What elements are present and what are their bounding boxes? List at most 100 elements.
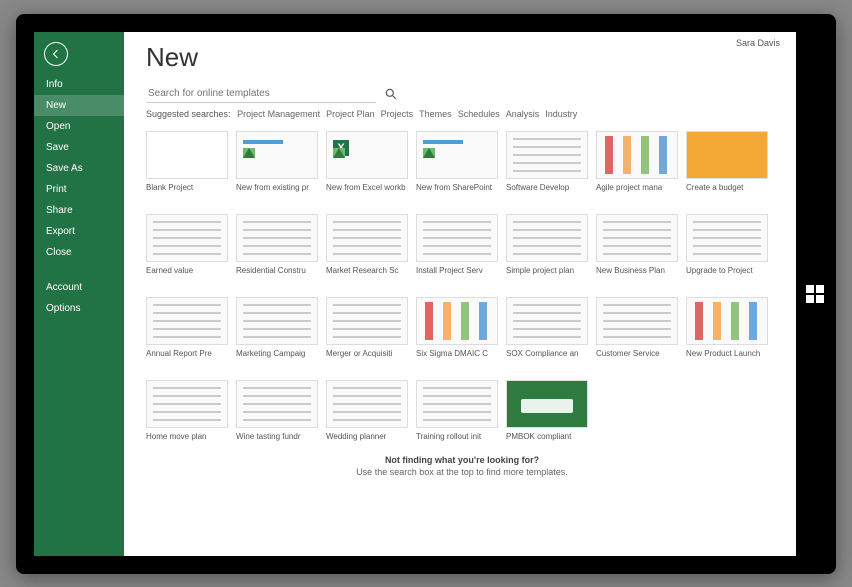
suggested-link[interactable]: Project Management [237,109,320,119]
template-tile[interactable]: Install Project Serv [416,214,498,275]
template-label: Marketing Campaig [236,349,318,358]
template-tile[interactable]: New Business Plan [596,214,678,275]
sidebar-item-save[interactable]: Save [34,137,124,158]
template-grid: Blank ProjectNew from existing prNew fro… [146,131,778,441]
footer-question: Not finding what you're looking for? [146,455,778,465]
template-tile[interactable]: Wedding planner [326,380,408,441]
suggested-link[interactable]: Analysis [506,109,540,119]
template-label: SOX Compliance an [506,349,588,358]
template-thumbnail [686,297,768,345]
template-tile[interactable]: Software Develop [506,131,588,192]
template-label: Merger or Acquisiti [326,349,408,358]
template-tile[interactable]: Earned value [146,214,228,275]
template-label: PMBOK compliant [506,432,588,441]
suggested-link[interactable]: Themes [419,109,452,119]
template-label: Create a budget [686,183,768,192]
suggested-link[interactable]: Schedules [458,109,500,119]
template-thumbnail [596,214,678,262]
template-tile[interactable]: Annual Report Pre [146,297,228,358]
template-thumbnail [506,297,588,345]
template-tile[interactable]: New from existing pr [236,131,318,192]
template-thumbnail [326,214,408,262]
template-thumbnail [146,380,228,428]
suggested-label: Suggested searches: [146,109,231,119]
suggested-link[interactable]: Industry [545,109,577,119]
template-tile[interactable]: Upgrade to Project [686,214,768,275]
template-thumbnail [416,131,498,179]
template-tile[interactable]: Create a budget [686,131,768,192]
windows-key-icon[interactable] [806,285,824,303]
template-label: Annual Report Pre [146,349,228,358]
template-thumbnail [326,380,408,428]
template-tile[interactable]: Agile project mana [596,131,678,192]
template-label: Upgrade to Project [686,266,768,275]
template-tile[interactable]: Training rollout init [416,380,498,441]
template-thumbnail [416,380,498,428]
user-name[interactable]: Sara Davis [736,38,780,48]
sidebar-item-info[interactable]: Info [34,74,124,95]
template-thumbnail [236,214,318,262]
template-label: Agile project mana [596,183,678,192]
template-label: Simple project plan [506,266,588,275]
template-label: Six Sigma DMAIC C [416,349,498,358]
template-label: Training rollout init [416,432,498,441]
template-thumbnail [506,214,588,262]
template-tile[interactable]: Simple project plan [506,214,588,275]
sidebar-item-share[interactable]: Share [34,200,124,221]
template-thumbnail [506,131,588,179]
template-thumbnail [326,131,408,179]
template-thumbnail [686,214,768,262]
template-tile[interactable]: Market Research Sc [326,214,408,275]
sidebar-item-options[interactable]: Options [34,298,124,319]
template-tile[interactable]: Residential Constru [236,214,318,275]
template-label: Residential Constru [236,266,318,275]
sidebar-item-close[interactable]: Close [34,242,124,263]
suggested-searches: Suggested searches: Project Management Pr… [146,109,778,119]
sidebar-item-open[interactable]: Open [34,116,124,137]
page-title: New [146,42,778,73]
sidebar-item-print[interactable]: Print [34,179,124,200]
app-window: InfoNewOpenSaveSave AsPrintShareExportCl… [34,32,796,556]
template-thumbnail [236,380,318,428]
sidebar-item-new[interactable]: New [34,95,124,116]
back-button[interactable] [44,42,68,66]
main-content: Sara Davis New Suggested searches: Proje… [124,32,796,556]
template-label: Home move plan [146,432,228,441]
template-thumbnail [686,131,768,179]
template-tile[interactable]: Home move plan [146,380,228,441]
template-tile[interactable]: Customer Service [596,297,678,358]
sidebar-item-export[interactable]: Export [34,221,124,242]
suggested-link[interactable]: Project Plan [326,109,375,119]
sidebar-item-save-as[interactable]: Save As [34,158,124,179]
template-search-input[interactable] [146,85,376,103]
template-label: Wedding planner [326,432,408,441]
template-tile[interactable]: Wine tasting fundr [236,380,318,441]
search-icon[interactable] [384,87,398,101]
template-label: Customer Service [596,349,678,358]
template-thumbnail [326,297,408,345]
template-tile[interactable]: New from SharePoint [416,131,498,192]
template-label: Earned value [146,266,228,275]
template-tile[interactable]: New Product Launch [686,297,768,358]
template-thumbnail [146,131,228,179]
template-label: Blank Project [146,183,228,192]
backstage-sidebar: InfoNewOpenSaveSave AsPrintShareExportCl… [34,32,124,556]
template-tile[interactable]: New from Excel workb [326,131,408,192]
template-tile[interactable]: PMBOK compliant [506,380,588,441]
template-tile[interactable]: SOX Compliance an [506,297,588,358]
sidebar-item-account[interactable]: Account [34,277,124,298]
template-label: Market Research Sc [326,266,408,275]
template-thumbnail [416,297,498,345]
template-tile[interactable]: Merger or Acquisiti [326,297,408,358]
suggested-link[interactable]: Projects [381,109,414,119]
template-thumbnail [236,131,318,179]
search-row [146,85,778,103]
footer-text: Use the search box at the top to find mo… [146,467,778,477]
template-tile[interactable]: Blank Project [146,131,228,192]
template-thumbnail [236,297,318,345]
template-label: New from SharePoint [416,183,498,192]
template-tile[interactable]: Marketing Campaig [236,297,318,358]
template-label: Wine tasting fundr [236,432,318,441]
template-tile[interactable]: Six Sigma DMAIC C [416,297,498,358]
template-label: New Product Launch [686,349,768,358]
